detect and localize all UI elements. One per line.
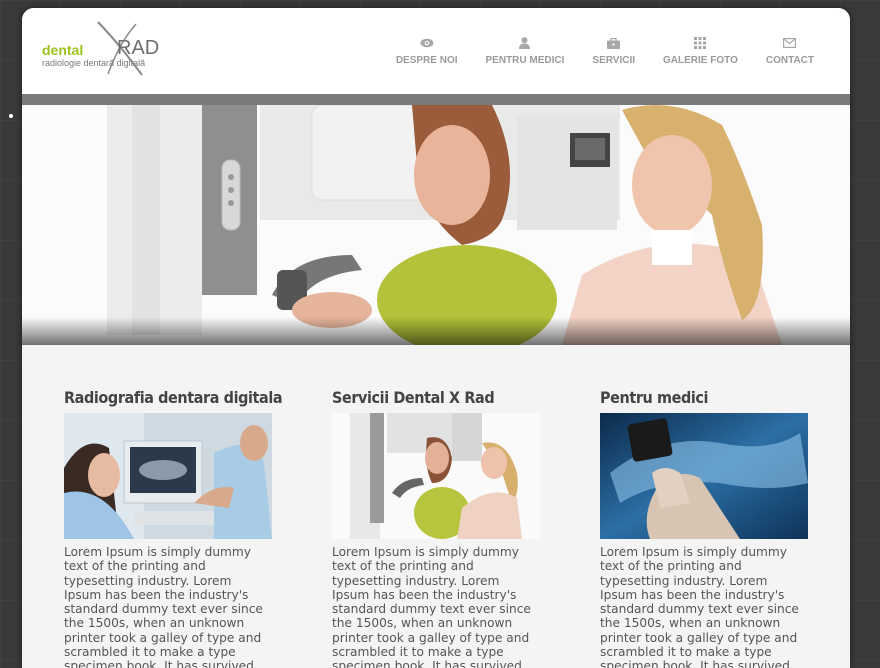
- bullet-dot: [9, 114, 13, 118]
- grid-icon: [694, 36, 707, 50]
- hero-shadow: [22, 317, 850, 345]
- nav-label: GALERIE FOTO: [663, 55, 738, 66]
- column-title: Radiografia dentara digitala: [64, 388, 283, 407]
- nav-item-galerie-foto[interactable]: GALERIE FOTO: [649, 36, 752, 66]
- nav-item-contact[interactable]: CONTACT: [752, 36, 828, 66]
- header-band: [22, 94, 850, 105]
- logo-tagline: radiologie dentară digitală: [42, 58, 146, 68]
- hero-image: [22, 105, 850, 345]
- nav-label: SERVICII: [592, 55, 636, 66]
- column-radiografia: Radiografia dentara digitala Lorem Ipsum…: [64, 388, 283, 668]
- column-text: Lorem Ipsum is simply dummy text of the …: [332, 545, 531, 668]
- eye-icon: [420, 36, 434, 50]
- page-container: dental RAD radiologie dentară digitală D…: [22, 8, 850, 668]
- column-text: Lorem Ipsum is simply dummy text of the …: [600, 545, 799, 668]
- nav-label: CONTACT: [765, 55, 814, 66]
- main-nav: DESPRE NOI PENTRU MEDICI SERVICII GALERI…: [382, 36, 828, 66]
- site-logo[interactable]: dental RAD radiologie dentară digitală: [42, 20, 160, 78]
- column-image: [332, 413, 540, 539]
- site-header: dental RAD radiologie dentară digitală D…: [22, 8, 850, 94]
- nav-label: PENTRU MEDICI: [485, 55, 565, 66]
- column-title: Servicii Dental X Rad: [332, 388, 495, 407]
- hero-banner: [22, 105, 850, 345]
- envelope-icon: [783, 36, 797, 50]
- nav-item-despre-noi[interactable]: DESPRE NOI: [382, 36, 472, 66]
- logo-word: dental: [42, 42, 84, 58]
- nav-label: DESPRE NOI: [395, 55, 458, 66]
- briefcase-icon: [607, 36, 621, 50]
- column-pentru-medici: Pentru medici Lorem Ipsum is simply dumm…: [600, 388, 808, 668]
- column-image: [600, 413, 808, 539]
- nav-item-pentru-medici[interactable]: PENTRU MEDICI: [472, 36, 579, 66]
- column-image: [64, 413, 272, 539]
- logo-rad: RAD: [117, 37, 160, 59]
- user-icon: [519, 36, 531, 50]
- column-servicii: Servicii Dental X Rad Lorem Ipsum is sim…: [332, 388, 540, 668]
- nav-item-servicii[interactable]: SERVICII: [578, 36, 649, 66]
- column-text: Lorem Ipsum is simply dummy text of the …: [64, 545, 263, 668]
- column-title: Pentru medici: [600, 388, 709, 407]
